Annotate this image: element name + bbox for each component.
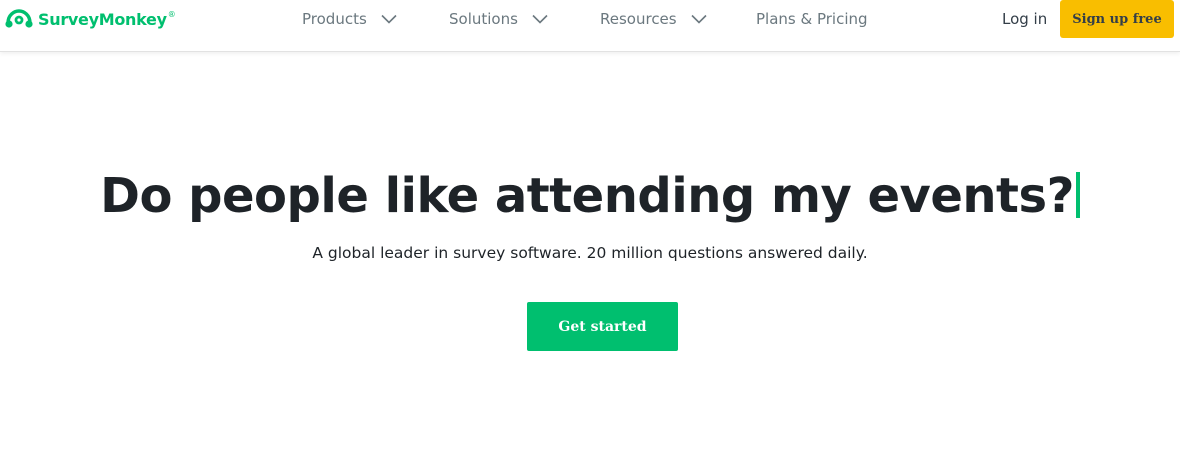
- chevron-down-icon: [691, 14, 707, 24]
- signup-button[interactable]: Sign up free: [1060, 0, 1174, 38]
- get-started-button[interactable]: Get started: [527, 302, 678, 351]
- chevron-down-icon: [532, 14, 548, 24]
- nav-item-products[interactable]: Products: [302, 10, 397, 28]
- nav-item-label: Plans & Pricing: [756, 10, 868, 28]
- hero-title: Do people like attending my events?: [0, 168, 1180, 224]
- hero-subtitle: A global leader in survey software. 20 m…: [312, 244, 868, 262]
- nav-item-label: Solutions: [449, 10, 518, 28]
- chevron-down-icon: [381, 14, 397, 24]
- login-link[interactable]: Log in: [1002, 10, 1047, 28]
- hero-title-text: Do people like attending my events?: [100, 168, 1074, 224]
- nav-item-label: Products: [302, 10, 367, 28]
- text-cursor: [1075, 172, 1080, 218]
- nav-item-label: Resources: [600, 10, 677, 28]
- site-header: SurveyMonkey ® Products Solutions Resour…: [0, 0, 1180, 52]
- nav-item-plans-pricing[interactable]: Plans & Pricing: [756, 10, 868, 28]
- nav-item-resources[interactable]: Resources: [600, 10, 707, 28]
- nav-item-solutions[interactable]: Solutions: [449, 10, 548, 28]
